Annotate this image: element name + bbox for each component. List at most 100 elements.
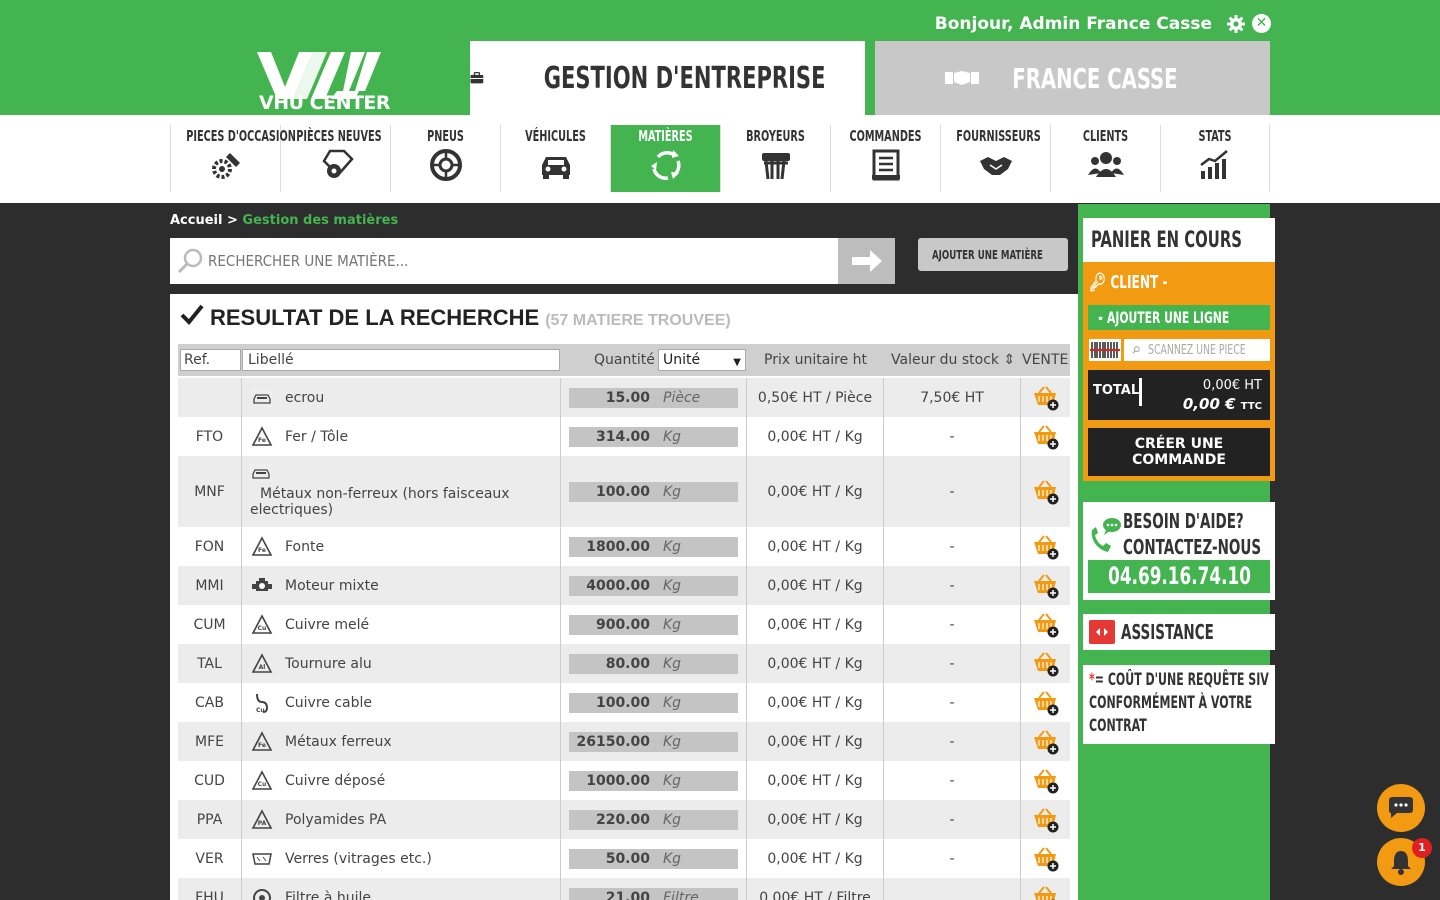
- breadcrumb-home[interactable]: Accueil: [170, 213, 222, 228]
- add-matiere-button[interactable]: AJOUTER UNE MATIÈRE: [918, 238, 1068, 271]
- cell-valeur-text: -: [949, 694, 955, 711]
- add-to-cart-icon[interactable]: [1032, 534, 1060, 560]
- add-line-button[interactable]: AJOUTER UNE LIGNE: [1088, 305, 1270, 330]
- tab-france-casse[interactable]: FRANCE CASSE: [875, 41, 1270, 115]
- cell-vente: [1021, 683, 1070, 722]
- add-to-cart-icon[interactable]: [1032, 573, 1060, 599]
- cell-libelle[interactable]: Cu Cuivre déposé: [242, 761, 561, 800]
- table-row[interactable]: CAB Cu Cuivre cable 100.00 Kg 0,00€ HT / Kg -: [178, 683, 1070, 722]
- nav-item-stats[interactable]: STATS: [1160, 125, 1270, 192]
- cell-quantite[interactable]: 100.00 Kg: [561, 456, 747, 527]
- add-to-cart-icon[interactable]: [1032, 846, 1060, 872]
- add-to-cart-icon[interactable]: [1032, 885, 1060, 900]
- add-to-cart-icon[interactable]: [1032, 479, 1060, 505]
- cart-client[interactable]: 🔑︎ CLIENT -: [1089, 272, 1168, 293]
- cell-libelle[interactable]: Métaux non-ferreux (hors faisceaux elect…: [242, 456, 561, 527]
- search-input[interactable]: [208, 238, 828, 284]
- nav-item-broyeurs[interactable]: BROYEURS: [720, 125, 830, 192]
- cell-libelle[interactable]: Al Tournure alu: [242, 644, 561, 683]
- assistance-button[interactable]: ASSISTANCE: [1083, 614, 1275, 650]
- cell-quantite[interactable]: 50.00 Kg: [561, 839, 747, 878]
- cell-quantite[interactable]: 80.00 Kg: [561, 644, 747, 683]
- search-submit-button[interactable]: [838, 238, 895, 284]
- add-to-cart-icon[interactable]: [1032, 385, 1060, 411]
- table-row[interactable]: MNF Métaux non-ferreux (hors faisceaux el…: [178, 456, 1070, 527]
- cell-libelle[interactable]: Filtre à huile: [242, 878, 561, 900]
- cell-quantite[interactable]: 26150.00 Kg: [561, 722, 747, 761]
- create-order-button[interactable]: CRÉER UNE COMMANDE: [1088, 428, 1270, 476]
- table-row[interactable]: MMI Moteur mixte 4000.00 Kg 0,00€ HT / Kg -: [178, 566, 1070, 605]
- cell-libelle[interactable]: Cu Cuivre melé: [242, 605, 561, 644]
- nav-item-matieres[interactable]: MATIÈRES: [610, 125, 720, 192]
- cell-quantite[interactable]: 900.00 Kg: [561, 605, 747, 644]
- add-to-cart-icon[interactable]: [1032, 690, 1060, 716]
- nav-item-fournisseurs[interactable]: FOURNISSEURS: [940, 125, 1050, 192]
- cell-quantite[interactable]: 100.00 Kg: [561, 683, 747, 722]
- table-row[interactable]: PPA PA Polyamides PA 220.00 Kg 0,00€ HT / Kg -: [178, 800, 1070, 839]
- quantity-field[interactable]: 15.00 Pièce: [569, 387, 738, 408]
- table-row[interactable]: ecrou 15.00 Pièce 0,50€ HT / Pièce 7,50€ HT: [178, 378, 1070, 417]
- cell-quantite[interactable]: 15.00 Pièce: [561, 378, 747, 417]
- add-to-cart-icon[interactable]: [1032, 612, 1060, 638]
- table-row[interactable]: MFE Fe Métaux ferreux 26150.00 Kg 0,00€ HT / …: [178, 722, 1070, 761]
- quantity-field[interactable]: 21.00 Filtre: [569, 887, 738, 900]
- nav-item-commandes[interactable]: COMMANDES: [830, 125, 940, 192]
- header-valeur[interactable]: Valeur du stock ⇕: [891, 352, 1015, 368]
- cell-quantite[interactable]: 21.00 Filtre: [561, 878, 747, 900]
- cell-quantite[interactable]: 220.00 Kg: [561, 800, 747, 839]
- table-row[interactable]: VER Verres (vitrages etc.) 50.00 Kg 0,00€ HT…: [178, 839, 1070, 878]
- cell-libelle[interactable]: Cu Cuivre cable: [242, 683, 561, 722]
- table-row[interactable]: FON Fe Fonte 1800.00 Kg 0,00€ HT / Kg -: [178, 527, 1070, 566]
- add-to-cart-icon[interactable]: [1032, 768, 1060, 794]
- cell-libelle[interactable]: Fe Métaux ferreux: [242, 722, 561, 761]
- cell-quantite[interactable]: 1800.00 Kg: [561, 527, 747, 566]
- add-to-cart-icon[interactable]: [1032, 651, 1060, 677]
- quantity-field[interactable]: 220.00 Kg: [569, 809, 738, 830]
- add-to-cart-icon[interactable]: [1032, 424, 1060, 450]
- nav-item-pieces-occasion[interactable]: PIECES D'OCCASION: [170, 125, 296, 192]
- quantity-field[interactable]: 80.00 Kg: [569, 653, 738, 674]
- add-to-cart-icon[interactable]: [1032, 807, 1060, 833]
- cell-libelle[interactable]: Fe Fer / Tôle: [242, 417, 561, 456]
- table-row[interactable]: CUM Cu Cuivre melé 900.00 Kg 0,00€ HT / Kg -: [178, 605, 1070, 644]
- quantity-field[interactable]: 100.00 Kg: [569, 692, 738, 713]
- quantity-field[interactable]: 26150.00 Kg: [569, 731, 738, 752]
- quantity-field[interactable]: 900.00 Kg: [569, 614, 738, 635]
- cell-libelle[interactable]: PA Polyamides PA: [242, 800, 561, 839]
- quantity-field[interactable]: 4000.00 Kg: [569, 575, 738, 596]
- nav-item-clients[interactable]: CLIENTS: [1050, 125, 1160, 192]
- quantity-field[interactable]: 50.00 Kg: [569, 848, 738, 869]
- help-phone[interactable]: 04.69.16.74.10: [1088, 560, 1270, 593]
- cell-ref: CUD: [178, 761, 242, 800]
- cell-vente: [1021, 605, 1070, 644]
- nav-item-pneus[interactable]: PNEUS: [390, 125, 500, 192]
- cell-libelle[interactable]: Fe Fonte: [242, 527, 561, 566]
- svg-text:PA: PA: [258, 820, 267, 827]
- close-icon[interactable]: ✕: [1252, 14, 1271, 33]
- table-row[interactable]: FHU Filtre à huile 21.00 Filtre 0,00€ HT / F…: [178, 878, 1070, 900]
- quantity-field[interactable]: 1000.00 Kg: [569, 770, 738, 791]
- nav-item-vehicules[interactable]: VÉHICULES: [500, 125, 610, 192]
- cell-quantite[interactable]: 314.00 Kg: [561, 417, 747, 456]
- quantity-field[interactable]: 100.00 Kg: [569, 481, 738, 502]
- users-icon: [1087, 152, 1124, 177]
- cell-libelle[interactable]: ecrou: [242, 378, 561, 417]
- nav-item-pieces-neuves[interactable]: PIÈCES NEUVES: [280, 125, 390, 192]
- filter-ref-input[interactable]: Ref.: [180, 349, 241, 371]
- cell-libelle[interactable]: Verres (vitrages etc.): [242, 839, 561, 878]
- gear-icon[interactable]: [1226, 14, 1246, 34]
- table-row[interactable]: TAL Al Tournure alu 80.00 Kg 0,00€ HT / Kg -: [178, 644, 1070, 683]
- quantity-field[interactable]: 314.00 Kg: [569, 426, 738, 447]
- add-to-cart-icon[interactable]: [1032, 729, 1060, 755]
- quantity-field[interactable]: 1800.00 Kg: [569, 536, 738, 557]
- chat-button[interactable]: [1377, 784, 1425, 832]
- table-row[interactable]: FTO Fe Fer / Tôle 314.00 Kg 0,00€ HT / Kg -: [178, 417, 1070, 456]
- scan-input[interactable]: SCANNEZ UNE PIECE: [1124, 339, 1270, 361]
- cell-quantite[interactable]: 4000.00 Kg: [561, 566, 747, 605]
- unite-select[interactable]: Unité ▼: [658, 349, 746, 371]
- tab-gestion-entreprise[interactable]: GESTION D'ENTREPRISE: [470, 41, 865, 115]
- filter-libelle-input[interactable]: Libellé: [242, 349, 560, 371]
- cell-libelle[interactable]: Moteur mixte: [242, 566, 561, 605]
- table-row[interactable]: CUD Cu Cuivre déposé 1000.00 Kg 0,00€ HT / Kg…: [178, 761, 1070, 800]
- cell-quantite[interactable]: 1000.00 Kg: [561, 761, 747, 800]
